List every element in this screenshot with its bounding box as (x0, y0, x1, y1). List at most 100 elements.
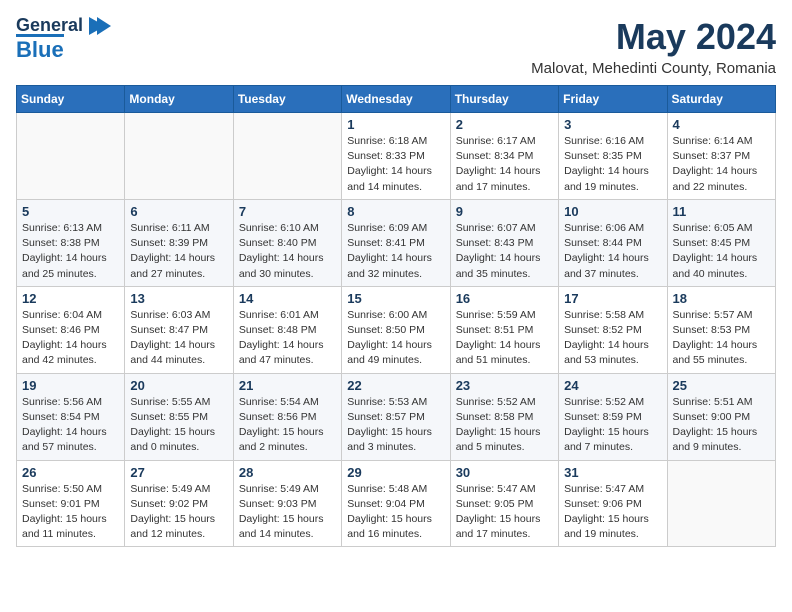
day-number: 6 (130, 204, 227, 219)
calendar-cell: 25Sunrise: 5:51 AMSunset: 9:00 PMDayligh… (667, 373, 775, 460)
page-header: General Blue May 2024 Malovat, Mehedinti… (16, 16, 776, 77)
day-number: 3 (564, 117, 661, 132)
day-number: 17 (564, 291, 661, 306)
day-info: Sunrise: 6:16 AMSunset: 8:35 PMDaylight:… (564, 134, 661, 195)
header-day-saturday: Saturday (667, 86, 775, 113)
day-info: Sunrise: 6:06 AMSunset: 8:44 PMDaylight:… (564, 221, 661, 282)
day-info: Sunrise: 5:47 AMSunset: 9:06 PMDaylight:… (564, 482, 661, 543)
day-number: 29 (347, 465, 444, 480)
header-day-wednesday: Wednesday (342, 86, 450, 113)
day-number: 30 (456, 465, 553, 480)
calendar-cell: 14 Sunrise: 6:01 AMSunset: 8:48 PMDayligh… (233, 286, 341, 373)
day-info: Sunrise: 6:07 AMSunset: 8:43 PMDaylight:… (456, 221, 553, 282)
day-number: 31 (564, 465, 661, 480)
calendar-cell: 16 Sunrise: 5:59 AMSunset: 8:51 PMDayligh… (450, 286, 558, 373)
calendar-cell: 28 Sunrise: 5:49 AMSunset: 9:03 PMDayligh… (233, 460, 341, 547)
logo: General Blue (16, 16, 111, 62)
calendar-table: SundayMondayTuesdayWednesdayThursdayFrid… (16, 85, 776, 547)
logo-text-blue: Blue (16, 34, 64, 62)
calendar-body: 1 Sunrise: 6:18 AMSunset: 8:33 PMDaylight… (17, 113, 776, 547)
calendar-cell: 2 Sunrise: 6:17 AMSunset: 8:34 PMDaylight… (450, 113, 558, 200)
calendar-cell: 17Sunrise: 5:58 AMSunset: 8:52 PMDayligh… (559, 286, 667, 373)
calendar-cell: 24 Sunrise: 5:52 AMSunset: 8:59 PMDayligh… (559, 373, 667, 460)
day-number: 5 (22, 204, 119, 219)
header-day-monday: Monday (125, 86, 233, 113)
calendar-cell (17, 113, 125, 200)
day-number: 19 (22, 378, 119, 393)
day-info: Sunrise: 5:55 AMSunset: 8:55 PMDaylight:… (130, 395, 227, 456)
day-info: Sunrise: 6:03 AMSunset: 8:47 PMDaylight:… (130, 308, 227, 369)
day-info: Sunrise: 5:47 AMSunset: 9:05 PMDaylight:… (456, 482, 553, 543)
calendar-header: SundayMondayTuesdayWednesdayThursdayFrid… (17, 86, 776, 113)
calendar-cell (233, 113, 341, 200)
calendar-cell: 6 Sunrise: 6:11 AMSunset: 8:39 PMDaylight… (125, 199, 233, 286)
day-number: 27 (130, 465, 227, 480)
calendar-cell: 3 Sunrise: 6:16 AMSunset: 8:35 PMDaylight… (559, 113, 667, 200)
calendar-cell: 27Sunrise: 5:49 AMSunset: 9:02 PMDayligh… (125, 460, 233, 547)
day-number: 14 (239, 291, 336, 306)
day-number: 13 (130, 291, 227, 306)
day-number: 10 (564, 204, 661, 219)
day-number: 2 (456, 117, 553, 132)
day-number: 23 (456, 378, 553, 393)
day-info: Sunrise: 5:50 AMSunset: 9:01 PMDaylight:… (22, 482, 119, 543)
day-info: Sunrise: 6:13 AMSunset: 8:38 PMDaylight:… (22, 221, 119, 282)
day-info: Sunrise: 5:52 AMSunset: 8:58 PMDaylight:… (456, 395, 553, 456)
logo-arrow-icon (85, 17, 111, 35)
day-info: Sunrise: 6:10 AMSunset: 8:40 PMDaylight:… (239, 221, 336, 282)
day-info: Sunrise: 6:01 AMSunset: 8:48 PMDaylight:… (239, 308, 336, 369)
calendar-cell: 15 Sunrise: 6:00 AMSunset: 8:50 PMDayligh… (342, 286, 450, 373)
day-number: 18 (673, 291, 770, 306)
header-row: SundayMondayTuesdayWednesdayThursdayFrid… (17, 86, 776, 113)
calendar-cell (667, 460, 775, 547)
calendar-cell: 31 Sunrise: 5:47 AMSunset: 9:06 PMDayligh… (559, 460, 667, 547)
calendar-cell: 20 Sunrise: 5:55 AMSunset: 8:55 PMDayligh… (125, 373, 233, 460)
day-number: 15 (347, 291, 444, 306)
day-number: 26 (22, 465, 119, 480)
day-info: Sunrise: 5:56 AMSunset: 8:54 PMDaylight:… (22, 395, 119, 456)
day-info: Sunrise: 6:09 AMSunset: 8:41 PMDaylight:… (347, 221, 444, 282)
day-number: 16 (456, 291, 553, 306)
day-info: Sunrise: 6:17 AMSunset: 8:34 PMDaylight:… (456, 134, 553, 195)
calendar-cell: 1 Sunrise: 6:18 AMSunset: 8:33 PMDaylight… (342, 113, 450, 200)
day-number: 7 (239, 204, 336, 219)
calendar-week-row: 5 Sunrise: 6:13 AMSunset: 8:38 PMDaylight… (17, 199, 776, 286)
day-number: 21 (239, 378, 336, 393)
day-number: 1 (347, 117, 444, 132)
day-number: 25 (673, 378, 770, 393)
calendar-week-row: 26 Sunrise: 5:50 AMSunset: 9:01 PMDayligh… (17, 460, 776, 547)
day-info: Sunrise: 5:48 AMSunset: 9:04 PMDaylight:… (347, 482, 444, 543)
day-number: 9 (456, 204, 553, 219)
day-number: 28 (239, 465, 336, 480)
day-info: Sunrise: 5:52 AMSunset: 8:59 PMDaylight:… (564, 395, 661, 456)
main-title: May 2024 (531, 16, 776, 58)
day-info: Sunrise: 5:54 AMSunset: 8:56 PMDaylight:… (239, 395, 336, 456)
day-number: 11 (673, 204, 770, 219)
calendar-week-row: 12Sunrise: 6:04 AMSunset: 8:46 PMDayligh… (17, 286, 776, 373)
day-number: 4 (673, 117, 770, 132)
day-info: Sunrise: 5:49 AMSunset: 9:03 PMDaylight:… (239, 482, 336, 543)
day-info: Sunrise: 6:00 AMSunset: 8:50 PMDaylight:… (347, 308, 444, 369)
day-info: Sunrise: 6:11 AMSunset: 8:39 PMDaylight:… (130, 221, 227, 282)
day-number: 20 (130, 378, 227, 393)
day-number: 22 (347, 378, 444, 393)
calendar-cell: 12Sunrise: 6:04 AMSunset: 8:46 PMDayligh… (17, 286, 125, 373)
day-info: Sunrise: 6:14 AMSunset: 8:37 PMDaylight:… (673, 134, 770, 195)
calendar-cell: 11Sunrise: 6:05 AMSunset: 8:45 PMDayligh… (667, 199, 775, 286)
day-number: 24 (564, 378, 661, 393)
calendar-cell: 30 Sunrise: 5:47 AMSunset: 9:05 PMDayligh… (450, 460, 558, 547)
calendar-cell: 18 Sunrise: 5:57 AMSunset: 8:53 PMDayligh… (667, 286, 775, 373)
calendar-cell: 5 Sunrise: 6:13 AMSunset: 8:38 PMDaylight… (17, 199, 125, 286)
day-info: Sunrise: 5:57 AMSunset: 8:53 PMDaylight:… (673, 308, 770, 369)
day-info: Sunrise: 5:59 AMSunset: 8:51 PMDaylight:… (456, 308, 553, 369)
calendar-cell: 23 Sunrise: 5:52 AMSunset: 8:58 PMDayligh… (450, 373, 558, 460)
header-day-sunday: Sunday (17, 86, 125, 113)
calendar-cell: 9 Sunrise: 6:07 AMSunset: 8:43 PMDaylight… (450, 199, 558, 286)
subtitle: Malovat, Mehedinti County, Romania (531, 60, 776, 77)
calendar-cell: 29 Sunrise: 5:48 AMSunset: 9:04 PMDayligh… (342, 460, 450, 547)
calendar-cell: 7 Sunrise: 6:10 AMSunset: 8:40 PMDaylight… (233, 199, 341, 286)
day-info: Sunrise: 6:18 AMSunset: 8:33 PMDaylight:… (347, 134, 444, 195)
day-info: Sunrise: 5:53 AMSunset: 8:57 PMDaylight:… (347, 395, 444, 456)
calendar-cell: 22 Sunrise: 5:53 AMSunset: 8:57 PMDayligh… (342, 373, 450, 460)
day-number: 12 (22, 291, 119, 306)
